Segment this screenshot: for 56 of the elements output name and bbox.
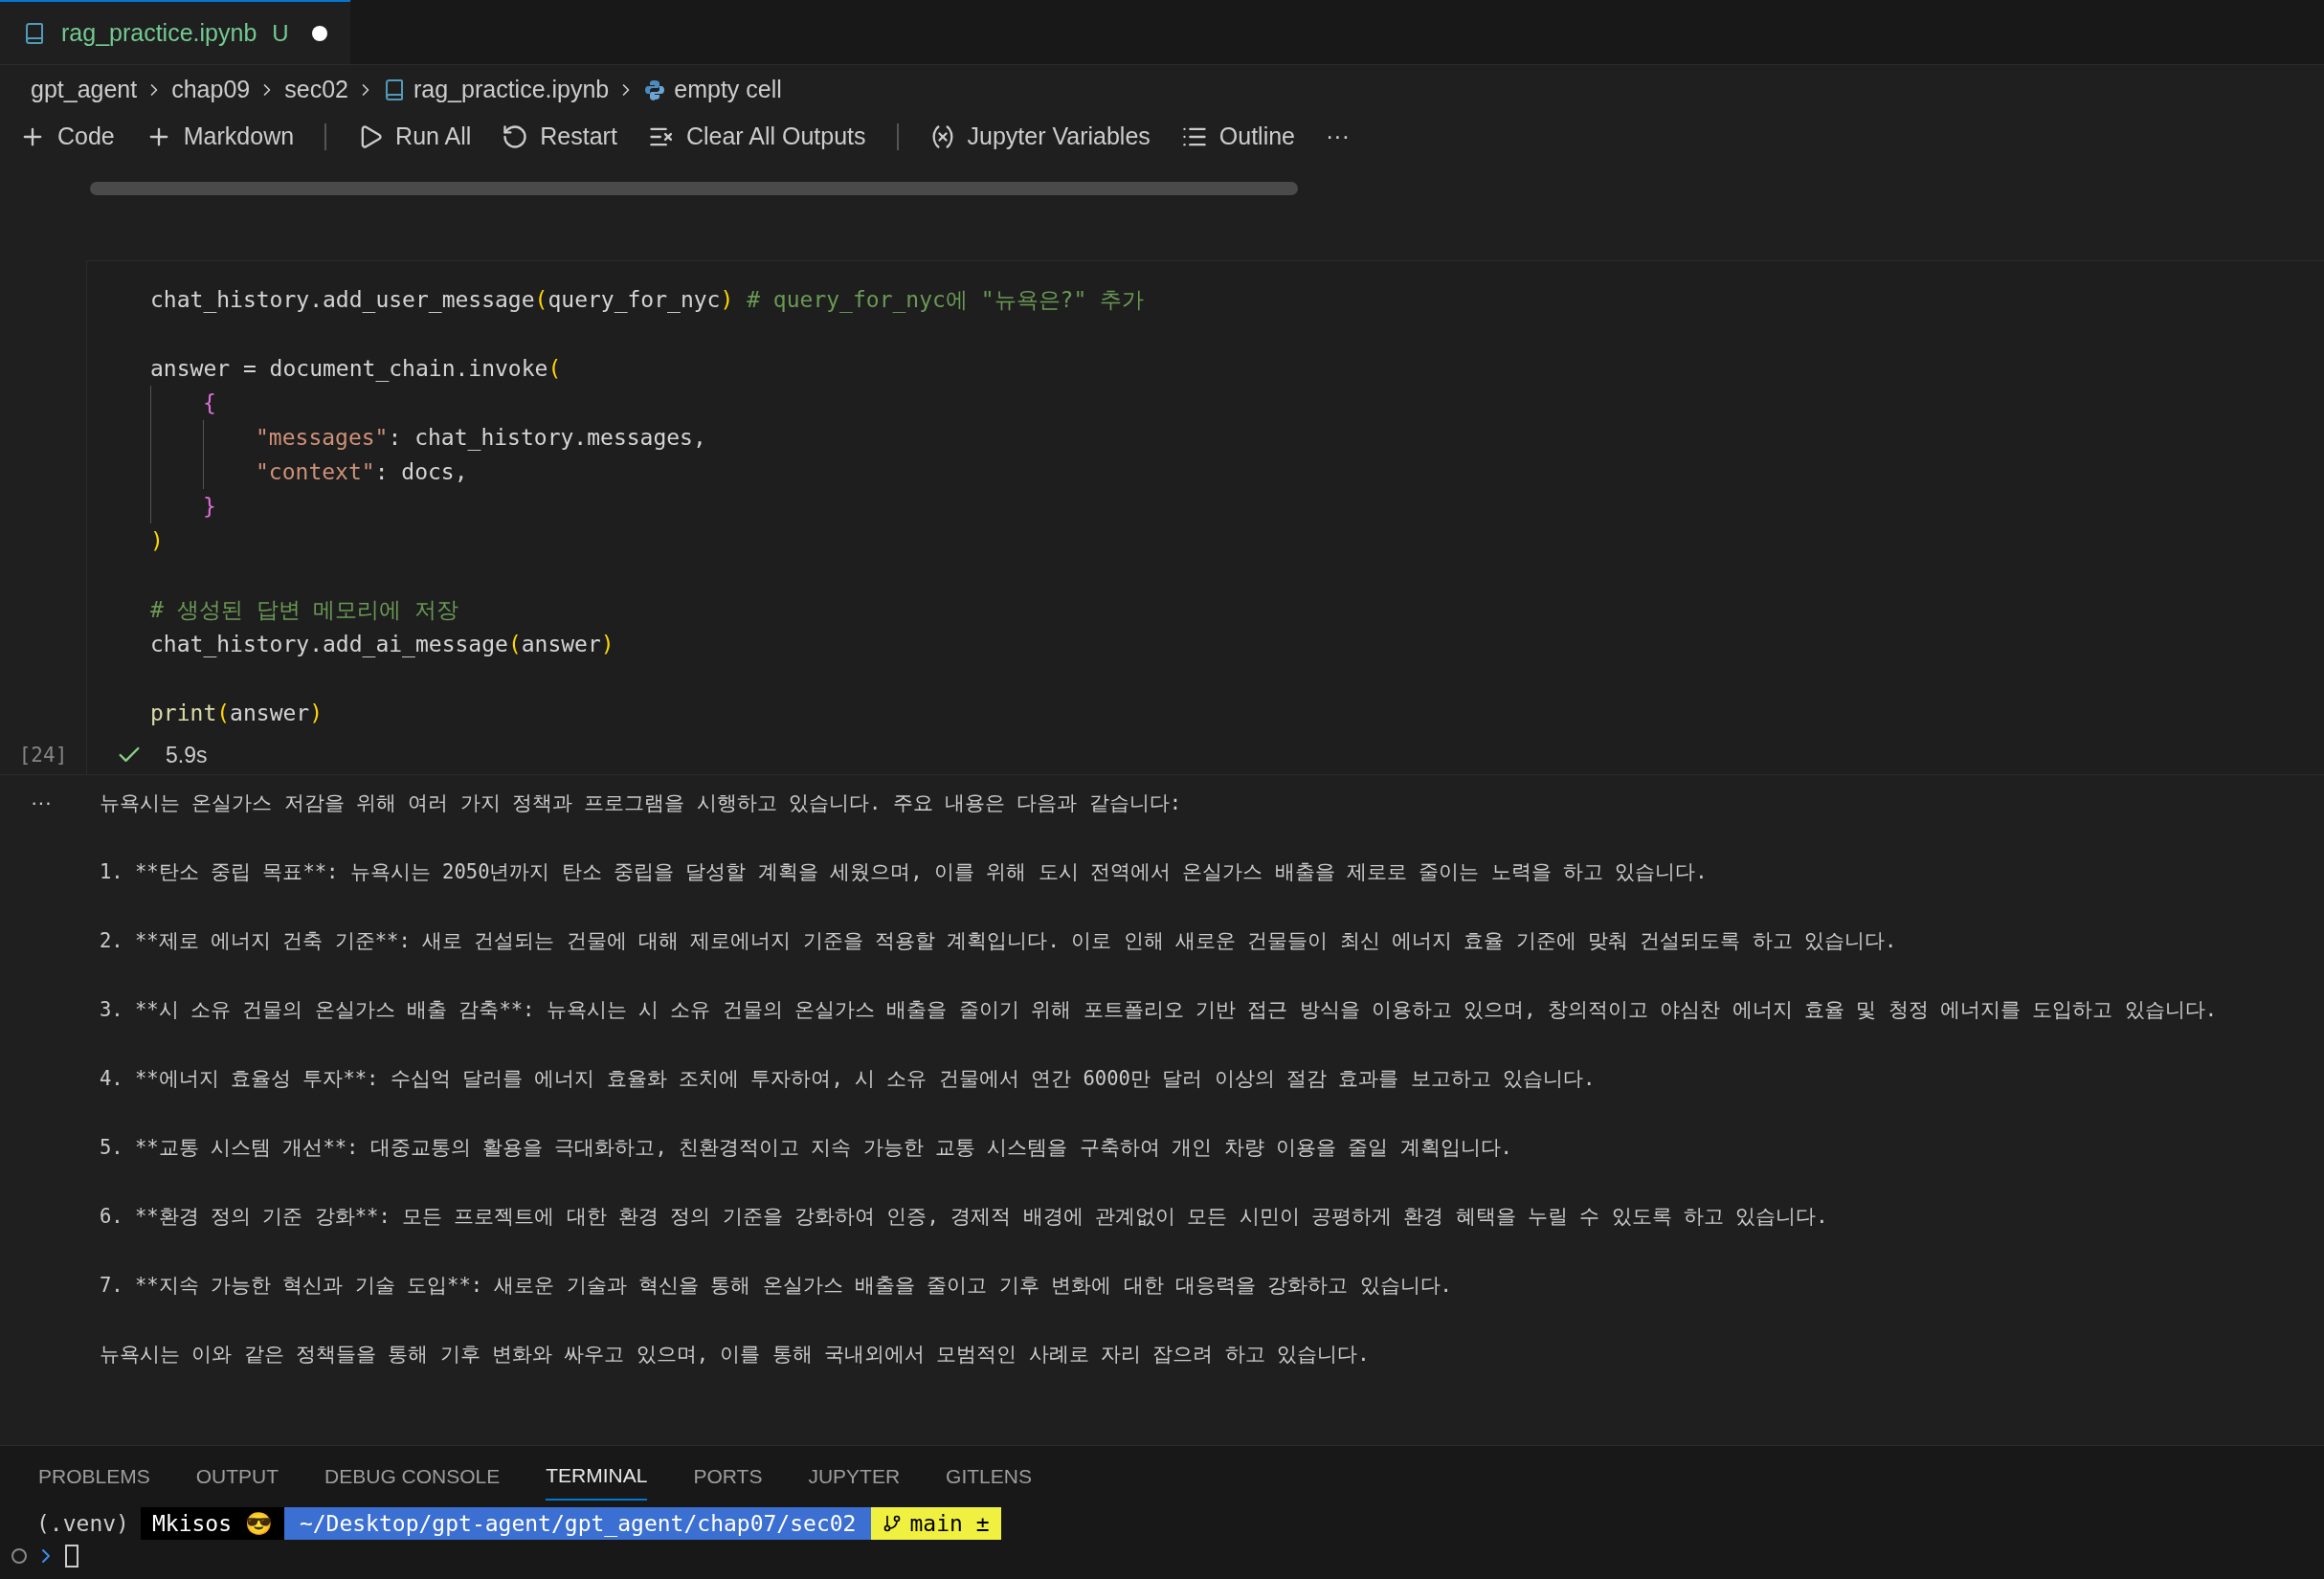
breadcrumb-item[interactable]: chap09 [171, 72, 251, 108]
code-line: "context": docs, [256, 458, 468, 486]
output-text: 6. **환경 정의 기준 강화**: 모든 프로젝트에 대한 환경 정의 기준을 강화하여 인증, 경제적 배경에 관계없이 모든 시민이 공평하게 환경 혜택을 누릴 수 있도록 하고 있습니다. [100, 1204, 1829, 1230]
output-text: 뉴욕시는 이와 같은 정책들을 통해 기후 변화와 싸우고 있으며, 이를 통해 국내외에서 모범적인 사례로 자리 잡으려 하고 있습니다. [100, 1342, 1371, 1368]
tab-filename: rag_practice.ipynb [61, 17, 257, 48]
breadcrumb-item[interactable]: sec02 [284, 72, 348, 108]
toolbar-button[interactable]: Clear All Outputs [647, 119, 866, 155]
output-menu[interactable]: ··· [31, 790, 52, 814]
breadcrumb-item[interactable]: gpt_agent [31, 72, 138, 108]
code-line: } [203, 493, 216, 521]
output-text: 5. **교통 시스템 개선**: 대중교통의 활용을 극대화하고, 친환경적이고 지속 가능한 교통 시스템을 구축하여 개인 차량 이용을 줄일 계획입니다. [100, 1135, 1513, 1161]
prompt-path: ~/Desktop/gpt-agent/gpt_agent/chap07/sec02 [283, 1506, 872, 1541]
horizontal-scrollbar[interactable] [90, 182, 1298, 195]
code-line: chat_history.add_ai_message(answer) [150, 631, 615, 659]
output-text: 1. **탄소 중립 목표**: 뉴욕시는 2050년까지 탄소 중립을 달성할 계획을 세웠으며, 이를 위해 도시 전역에서 온실가스 배출을 제로로 줄이는 노력을 하고 있습니다. [100, 859, 1709, 885]
code-cell[interactable] [86, 260, 2324, 774]
more-button[interactable]: ··· [1326, 119, 1350, 155]
toolbar-button[interactable]: Markdown [145, 119, 295, 155]
toolbar-button[interactable]: Jupyter Variables [928, 119, 1151, 155]
panel-tab[interactable]: DEBUG CONSOLE [324, 1454, 501, 1500]
code-line: "messages": chat_history.messages, [256, 424, 706, 453]
breadcrumb-item[interactable]: rag_practice.ipynb [413, 72, 610, 108]
panel-tab[interactable]: PORTS [693, 1454, 763, 1500]
panel-tab[interactable]: PROBLEMS [38, 1454, 150, 1500]
prompt-branch: main ± [871, 1506, 1001, 1541]
prompt-user: Mkisos 😎 [140, 1506, 284, 1541]
toolbar-button[interactable]: Outline [1180, 119, 1295, 155]
output-text: 3. **시 소유 건물의 온실가스 배출 감축**: 뉴욕시는 시 소유 건물의 온실가스 배출을 줄이기 위해 포트폴리오 기반 접근 방식을 이용하고 있으며, 창의적이고 야심찬 에너지 효율 및 청정 에너지를 도입하고 있습니다. [100, 997, 2218, 1023]
execution-count: [24] [18, 742, 68, 768]
terminal-cursor [65, 1545, 78, 1568]
venv-label: (.venv) [36, 1509, 130, 1538]
toolbar-button[interactable]: Run All [357, 119, 472, 155]
output-text: 2. **제로 에너지 건축 기준**: 새로 건설되는 건물에 대해 제로에너지 기준을 적용할 계획입니다. 이로 인해 새로운 건물들이 최신 에너지 효율 기준에 맞춰 건설되도록 하고 있습니다. [100, 928, 1898, 954]
branch-icon [883, 1514, 903, 1533]
code-line: answer = document_chain.invoke( [150, 355, 562, 384]
output-text: 뉴욕시는 온실가스 저감을 위해 여러 가지 정책과 프로그램을 시행하고 있습니다. 주요 내용은 다음과 같습니다: [100, 790, 1183, 816]
breadcrumb-item[interactable]: empty cell [674, 72, 782, 108]
toolbar-button[interactable]: Code [19, 119, 115, 155]
toolbar-button[interactable]: Restart [502, 119, 617, 155]
panel-tab[interactable]: OUTPUT [195, 1454, 279, 1500]
execution-time: 5.9s [166, 741, 208, 769]
editor-tab[interactable]: rag_practice.ipynb U [0, 0, 350, 64]
panel-tab[interactable]: GITLENS [946, 1454, 1032, 1500]
python-icon [643, 78, 667, 101]
output-text: 4. **에너지 효율성 투자**: 수십억 달러를 에너지 효율화 조치에 투자하여, 시 소유 건물에서 연간 6000만 달러 이상의 절감 효과를 보고하고 있습니다. [100, 1066, 1597, 1092]
restart-icon [502, 123, 529, 150]
code-line: print(answer) [150, 700, 324, 727]
notebook-icon [23, 21, 46, 45]
code-line: chat_history.add_user_message(query_for_nyc) # query_for_nyc에 "뉴욕은?" 추가 [150, 286, 1145, 315]
panel-tab[interactable]: JUPYTER [808, 1454, 901, 1500]
git-status-label: U [272, 18, 289, 48]
code-line: { [203, 389, 216, 417]
code-line: # 생성된 답변 메모리에 저장 [150, 596, 459, 624]
output-text: 7. **지속 가능한 혁신과 기술 도입**: 새로운 기술과 혁신을 통해 온실가스 배출을 줄이고 기후 변화에 대한 대응력을 강화하고 있습니다. [100, 1273, 1453, 1299]
code-line: ) [150, 527, 164, 555]
panel-tab[interactable]: TERMINAL [546, 1453, 648, 1501]
